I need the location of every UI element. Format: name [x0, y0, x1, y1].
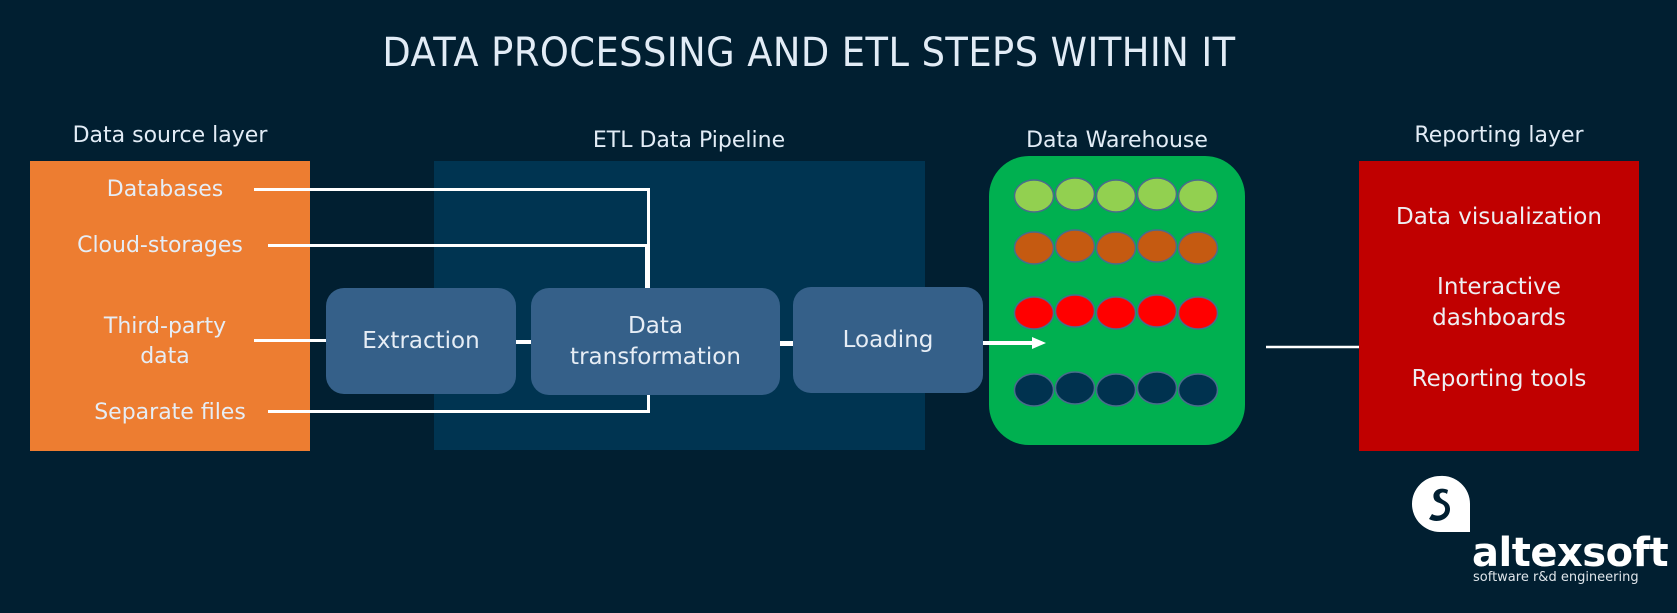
- warehouse-record-row2-item4: [1136, 229, 1178, 263]
- warehouse-record-row2-item1: [1013, 231, 1055, 265]
- warehouse-record-row2-item2: [1054, 229, 1096, 263]
- warehouse-record-row2-item5: [1177, 231, 1219, 265]
- warehouse-record-row1-item4: [1136, 177, 1178, 211]
- brand-tagline: software r&d engineering: [1473, 570, 1639, 585]
- warehouse-record-row1-item2: [1054, 177, 1096, 211]
- warehouse-record-row3-item5: [1177, 296, 1219, 330]
- reporting-tools: Reporting tools: [1411, 366, 1587, 392]
- warehouse-record-row3-item4: [1136, 294, 1178, 328]
- warehouse-record-row4-item4: [1136, 371, 1178, 405]
- warehouse-record-row4-item3: [1095, 373, 1137, 407]
- arrow-to-warehouse-head: [1032, 337, 1046, 349]
- warehouse-record-row1-item3: [1095, 179, 1137, 213]
- warehouse-record-row1-item1: [1013, 179, 1055, 213]
- altexsoft-logo-icon: [1412, 475, 1471, 532]
- warehouse-record-row3-item1: [1013, 296, 1055, 330]
- warehouse-record-row4-item5: [1177, 373, 1219, 407]
- warehouse-record-row1-item5: [1177, 179, 1219, 213]
- reporting-dashboards-line2: dashboards: [1432, 305, 1566, 331]
- warehouse-record-row2-item3: [1095, 231, 1137, 265]
- warehouse-record-row3-item2: [1054, 294, 1096, 328]
- arrow-to-warehouse: [983, 337, 1046, 349]
- warehouse-record-row4-item2: [1054, 371, 1096, 405]
- reporting-dashboards-line1: Interactive: [1437, 274, 1561, 300]
- warehouse-record-row4-item1: [1013, 373, 1055, 407]
- warehouse-record-row3-item3: [1095, 296, 1137, 330]
- warehouse-record-rows: [1013, 177, 1219, 407]
- reporting-data-visualization: Data visualization: [1396, 204, 1602, 230]
